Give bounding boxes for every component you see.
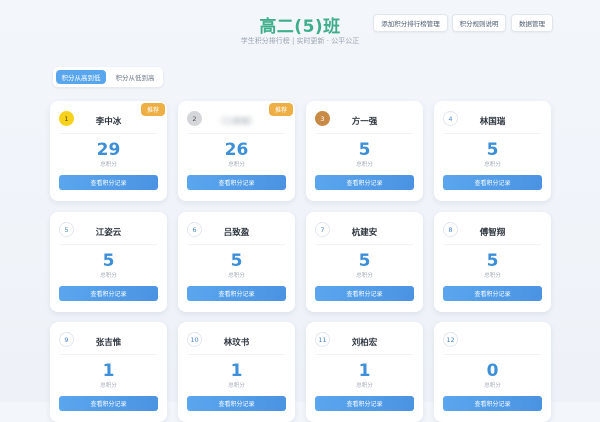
card-divider <box>444 354 541 355</box>
view-record-button[interactable]: 查看积分记录 <box>59 396 158 411</box>
student-card[interactable]: 1 推荐 李中冰 29 总积分 查看积分记录 <box>50 101 167 201</box>
view-record-button[interactable]: 查看积分记录 <box>59 175 158 190</box>
card-divider <box>444 244 541 245</box>
score-label: 总积分 <box>356 162 373 168</box>
card-divider <box>60 354 157 355</box>
view-record-button[interactable]: 查看积分记录 <box>315 396 414 411</box>
student-card[interactable]: 7 杭建安 5 总积分 查看积分记录 <box>306 212 423 312</box>
student-card[interactable]: 11 刘柏宏 1 总积分 查看积分记录 <box>306 322 423 422</box>
student-card[interactable]: 3 方一强 5 总积分 查看积分记录 <box>306 101 423 201</box>
rank-badge: 12 <box>443 332 458 347</box>
score-value: 5 <box>486 251 499 271</box>
sort-asc-toggle[interactable]: 积分从低到高 <box>110 70 160 84</box>
view-record-button[interactable]: 查看积分记录 <box>315 175 414 190</box>
score-value: 5 <box>102 251 115 271</box>
view-record-button[interactable]: 查看积分记录 <box>315 286 414 301</box>
student-name: 吕致盈 <box>223 228 250 238</box>
score-value: 5 <box>230 251 243 271</box>
score-label: 总积分 <box>484 273 501 279</box>
score-label: 总积分 <box>356 383 373 389</box>
student-card[interactable]: 9 张吉惟 1 总积分 查看积分记录 <box>50 322 167 422</box>
card-divider <box>188 244 285 245</box>
score-label: 总积分 <box>484 162 501 168</box>
student-name: 方一强 <box>351 117 378 127</box>
student-card[interactable]: 6 吕致盈 5 总积分 查看积分记录 <box>178 212 295 312</box>
score-label: 总积分 <box>100 162 117 168</box>
card-divider <box>188 133 285 134</box>
score-value: 0 <box>486 361 499 381</box>
score-label: 总积分 <box>228 273 245 279</box>
card-divider <box>316 354 413 355</box>
student-card[interactable]: 4 林国瑞 5 总积分 查看积分记录 <box>434 101 551 201</box>
student-name: 傅智翔 <box>479 228 506 238</box>
data-manage-button[interactable]: 数据管理 <box>511 14 553 32</box>
score-value: 29 <box>96 140 121 160</box>
score-value: 1 <box>102 361 115 381</box>
student-name: 林玟书 <box>223 338 250 348</box>
sort-desc-toggle[interactable]: 积分从高到低 <box>56 70 106 84</box>
score-label: 总积分 <box>356 273 373 279</box>
card-divider <box>316 244 413 245</box>
view-record-button[interactable]: 查看积分记录 <box>187 175 286 190</box>
student-name: 杭建安 <box>351 228 378 238</box>
card-divider <box>316 133 413 134</box>
view-record-button[interactable]: 查看积分记录 <box>187 286 286 301</box>
card-divider <box>60 244 157 245</box>
page-subtitle: 学生积分排行榜 | 实时更新 · 公平公正 <box>240 37 360 45</box>
student-name: 江姿云 <box>95 228 122 238</box>
card-divider <box>188 354 285 355</box>
view-record-button[interactable]: 查看积分记录 <box>443 286 542 301</box>
student-name: 刘柏宏 <box>351 338 378 348</box>
view-record-button[interactable]: 查看积分记录 <box>443 175 542 190</box>
score-value: 5 <box>358 140 371 160</box>
score-value: 5 <box>358 251 371 271</box>
page-title: 高二(5)班 <box>259 17 341 37</box>
score-value: 26 <box>224 140 249 160</box>
sort-toggle: 积分从高到低 积分从低到高 <box>53 67 163 87</box>
score-value: 5 <box>486 140 499 160</box>
card-divider <box>444 133 541 134</box>
add-ranking-button[interactable]: 添加积分排行榜管理 <box>373 14 448 32</box>
score-label: 总积分 <box>228 383 245 389</box>
card-divider <box>60 133 157 134</box>
student-card[interactable]: 10 林玟书 1 总积分 查看积分记录 <box>178 322 295 422</box>
student-name: （已模糊） <box>215 117 258 127</box>
student-card[interactable]: 2 推荐 （已模糊） 26 总积分 查看积分记录 <box>178 101 295 201</box>
view-record-button[interactable]: 查看积分记录 <box>59 286 158 301</box>
view-record-button[interactable]: 查看积分记录 <box>443 396 542 411</box>
student-card[interactable]: 5 江姿云 5 总积分 查看积分记录 <box>50 212 167 312</box>
rules-button[interactable]: 积分规则说明 <box>452 14 506 32</box>
student-name: 李中冰 <box>95 117 122 127</box>
student-card[interactable]: 12 0 总积分查看积分记录 <box>434 322 551 422</box>
score-value: 1 <box>358 361 371 381</box>
score-label: 总积分 <box>100 273 117 279</box>
score-label: 总积分 <box>228 162 245 168</box>
student-name: 张吉惟 <box>95 338 122 348</box>
score-label: 总积分 <box>100 383 117 389</box>
student-card[interactable]: 8 傅智翔 5 总积分 查看积分记录 <box>434 212 551 312</box>
score-label: 总积分 <box>484 383 501 389</box>
student-name: 林国瑞 <box>479 117 506 127</box>
score-value: 1 <box>230 361 243 381</box>
view-record-button[interactable]: 查看积分记录 <box>187 396 286 411</box>
